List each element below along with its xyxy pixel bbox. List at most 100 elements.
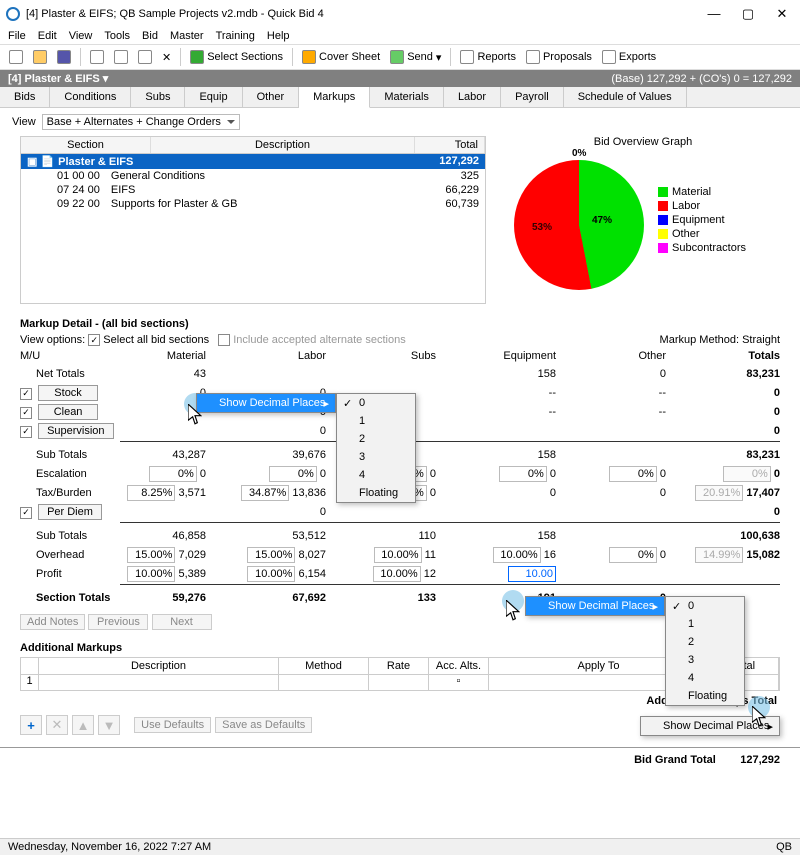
context-menu-decimal-1[interactable]: Show Decimal Places <box>196 393 336 413</box>
amk-col-accalts[interactable]: Acc. Alts. <box>429 658 489 674</box>
new-icon[interactable] <box>6 49 26 65</box>
ovh-sub-pct[interactable] <box>374 547 422 563</box>
view-select[interactable]: Base + Alternates + Change Orders <box>42 114 240 130</box>
reports-button[interactable]: Reports <box>457 49 519 65</box>
menu-training[interactable]: Training <box>216 30 255 42</box>
tab-labor[interactable]: Labor <box>444 87 501 107</box>
move-down-icon[interactable]: ▼ <box>98 715 120 735</box>
decimal2-4[interactable]: 4 <box>666 669 744 687</box>
col-description[interactable]: Description <box>151 137 415 153</box>
ovh-lab-pct[interactable] <box>247 547 295 563</box>
cut-icon[interactable] <box>87 49 107 65</box>
clean-button[interactable]: Clean <box>38 404 98 420</box>
context-menu-decimal-2[interactable]: Show Decimal Places <box>525 596 665 616</box>
tab-schedule-of-values[interactable]: Schedule of Values <box>564 87 687 107</box>
menu-file[interactable]: File <box>8 30 26 42</box>
menu-help[interactable]: Help <box>267 30 290 42</box>
save-defaults-button[interactable]: Save as Defaults <box>215 717 312 733</box>
profit-sub-pct[interactable] <box>373 566 421 582</box>
col-section[interactable]: Section <box>21 137 151 153</box>
amk-col-method[interactable]: Method <box>279 658 369 674</box>
tab-equip[interactable]: Equip <box>185 87 242 107</box>
profit-mat-pct[interactable] <box>127 566 175 582</box>
decimal2-1[interactable]: 1 <box>666 615 744 633</box>
esc-mat-pct[interactable] <box>149 466 197 482</box>
add-markup-icon[interactable]: + <box>20 715 42 735</box>
decimal-1[interactable]: 1 <box>337 412 415 430</box>
menu-tools[interactable]: Tools <box>104 30 130 42</box>
menu-view[interactable]: View <box>69 30 93 42</box>
tab-subs[interactable]: Subs <box>131 87 185 107</box>
open-icon[interactable] <box>30 49 50 65</box>
delete-markup-icon[interactable]: ✕ <box>46 715 68 735</box>
tab-other[interactable]: Other <box>243 87 300 107</box>
select-sections-button[interactable]: Select Sections <box>187 49 286 65</box>
bid-name[interactable]: [4] Plaster & EIFS ▾ <box>8 72 108 85</box>
decimal2-2[interactable]: 2 <box>666 633 744 651</box>
decimal2-0[interactable]: 0 <box>666 597 744 615</box>
proposals-button[interactable]: Proposals <box>523 49 595 65</box>
send-button[interactable]: Send ▾ <box>387 49 444 65</box>
decimal-0[interactable]: 0 <box>337 394 415 412</box>
close-button[interactable]: ✕ <box>774 6 790 22</box>
tab-markups[interactable]: Markups <box>299 87 370 108</box>
ovh-oth-pct[interactable] <box>609 547 657 563</box>
previous-button[interactable]: Previous <box>88 614 148 630</box>
delete-icon[interactable]: ✕ <box>159 50 174 65</box>
decimal-3[interactable]: 3 <box>337 448 415 466</box>
esc-eq-pct[interactable] <box>499 466 547 482</box>
tax-lab-pct[interactable] <box>241 485 289 501</box>
context-submenu-decimal-1[interactable]: 0 1 2 3 4 Floating <box>336 393 416 503</box>
grid-row-selected[interactable]: ▣ 📄 Plaster & EIFS 127,292 <box>21 154 485 169</box>
paste-icon[interactable] <box>135 49 155 65</box>
copy-icon[interactable] <box>111 49 131 65</box>
maximize-button[interactable]: ▢ <box>740 6 756 22</box>
tab-payroll[interactable]: Payroll <box>501 87 564 107</box>
add-notes-button[interactable]: Add Notes <box>20 614 85 630</box>
decimal-2[interactable]: 2 <box>337 430 415 448</box>
tab-bids[interactable]: Bids <box>0 87 50 107</box>
tax-mat-pct[interactable] <box>127 485 175 501</box>
amk-col-rate[interactable]: Rate <box>369 658 429 674</box>
ovh-eq-pct[interactable] <box>493 547 541 563</box>
esc-lab-pct[interactable] <box>269 466 317 482</box>
decimal2-floating[interactable]: Floating <box>666 687 744 705</box>
context-menu-decimal-3[interactable]: Show Decimal Places <box>640 716 780 736</box>
use-defaults-button[interactable]: Use Defaults <box>134 717 211 733</box>
col-total[interactable]: Total <box>415 137 485 153</box>
decimal2-3[interactable]: 3 <box>666 651 744 669</box>
menu-master[interactable]: Master <box>170 30 204 42</box>
stock-check[interactable]: ✓ <box>20 388 32 400</box>
perdiem-button[interactable]: Per Diem <box>38 504 102 520</box>
exports-button[interactable]: Exports <box>599 49 659 65</box>
show-decimal-places-item-2[interactable]: Show Decimal Places <box>526 597 664 615</box>
menu-edit[interactable]: Edit <box>38 30 57 42</box>
profit-lab-pct[interactable] <box>247 566 295 582</box>
profit-eq-pct[interactable] <box>508 566 556 582</box>
grid-row[interactable]: 07 24 00 EIFS 66,229 <box>21 183 485 197</box>
decimal-4[interactable]: 4 <box>337 466 415 484</box>
minimize-button[interactable]: — <box>706 6 722 22</box>
move-up-icon[interactable]: ▲ <box>72 715 94 735</box>
menu-bar[interactable]: File Edit View Tools Bid Master Training… <box>0 28 800 44</box>
stock-button[interactable]: Stock <box>38 385 98 401</box>
supervision-button[interactable]: Supervision <box>38 423 113 439</box>
cover-sheet-button[interactable]: Cover Sheet <box>299 49 383 65</box>
ovh-mat-pct[interactable] <box>127 547 175 563</box>
show-decimal-places-item[interactable]: Show Decimal Places <box>197 394 335 412</box>
grid-row[interactable]: 01 00 00 General Conditions 325 <box>21 169 485 183</box>
save-icon[interactable] <box>54 49 74 65</box>
decimal-floating[interactable]: Floating <box>337 484 415 502</box>
tab-conditions[interactable]: Conditions <box>50 87 131 107</box>
next-button[interactable]: Next <box>152 614 212 630</box>
context-submenu-decimal-2[interactable]: 0 1 2 3 4 Floating <box>665 596 745 706</box>
clean-check[interactable]: ✓ <box>20 407 32 419</box>
tab-materials[interactable]: Materials <box>370 87 444 107</box>
perdiem-check[interactable]: ✓ <box>20 507 32 519</box>
menu-bid[interactable]: Bid <box>142 30 158 42</box>
include-alternates-checkbox[interactable] <box>218 334 230 346</box>
grid-row[interactable]: 09 22 00 Supports for Plaster & GB 60,73… <box>21 197 485 211</box>
show-decimal-places-item-3[interactable]: Show Decimal Places <box>641 717 779 735</box>
select-all-checkbox[interactable]: ✓ <box>88 334 100 346</box>
supervision-check[interactable]: ✓ <box>20 426 32 438</box>
